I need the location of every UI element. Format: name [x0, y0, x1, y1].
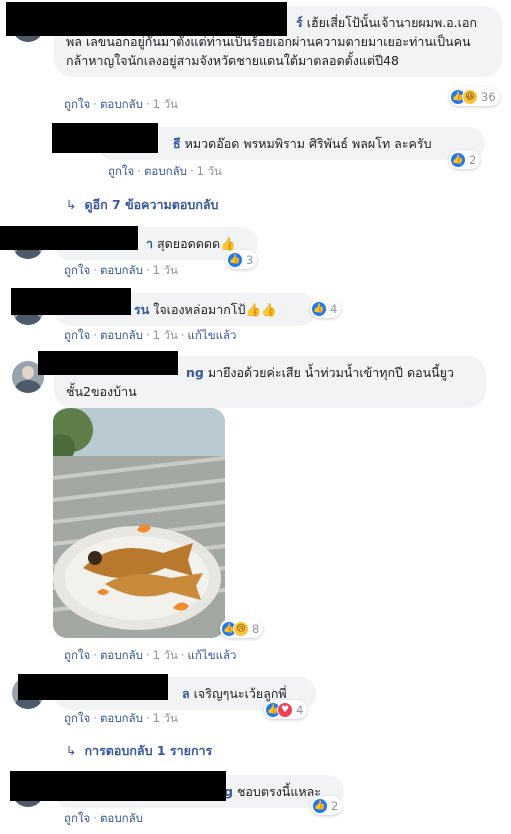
reply-button[interactable]: ตอบกลับ — [100, 328, 143, 342]
love-icon: ♥ — [277, 701, 293, 718]
comment-photo[interactable] — [53, 408, 225, 638]
haha-icon: 😆 — [462, 88, 478, 105]
reaction-summary[interactable]: 👍 😆 36 — [449, 87, 500, 106]
comment-text: ใจเองหล่อมากโป้👍👍 — [153, 302, 277, 317]
comment-actions: ถูกใจ · ตอบกลับ · 1 วัน · แก้ไขแล้ว — [64, 328, 237, 342]
comment-text: สุดยอดดดด👍 — [157, 236, 236, 251]
timestamp[interactable]: 1 วัน — [153, 263, 178, 277]
edited-label[interactable]: แก้ไขแล้ว — [188, 648, 237, 662]
view-more-replies-link[interactable]: ↳ ดูอีก 7 ข้อความตอบกลับ — [66, 195, 219, 215]
reaction-summary[interactable]: 👍 😢 8 — [220, 619, 264, 638]
edited-label[interactable]: แก้ไขแล้ว — [188, 328, 237, 342]
reply-button[interactable]: ตอบกลับ — [100, 711, 143, 725]
reaction-count: 36 — [481, 89, 496, 104]
comment-actions: ถูกใจ · ตอบกลับ · 1 วัน — [64, 97, 178, 111]
comment-text: เจริญๆนะเว้ยลูกพี่ — [193, 686, 287, 701]
redacted-name — [18, 674, 168, 700]
redacted-name — [6, 2, 287, 36]
reaction-count: 4 — [330, 301, 338, 316]
sad-icon: 😢 — [233, 620, 249, 637]
reaction-summary[interactable]: 👍 3 — [226, 250, 258, 269]
like-icon: 👍 — [450, 151, 466, 168]
like-button[interactable]: ถูกใจ — [64, 263, 90, 277]
reaction-summary[interactable]: 👍 4 — [310, 299, 342, 318]
reaction-summary[interactable]: 👍 2 — [449, 150, 481, 169]
like-button[interactable]: ถูกใจ — [108, 164, 134, 178]
reply-button[interactable]: ตอบกลับ — [100, 811, 143, 825]
timestamp[interactable]: 1 วัน — [153, 648, 178, 662]
comment-text: หมวดอ๊อด พรหมพิราม ศิริพันธ์ พลผโท ละครั… — [184, 136, 432, 151]
reply-button[interactable]: ตอบกลับ — [100, 648, 143, 662]
timestamp[interactable]: 1 วัน — [153, 711, 178, 725]
reply-button[interactable]: ตอบกลับ — [100, 263, 143, 277]
comment-actions: ถูกใจ · ตอบกลับ · 1 วัน — [64, 711, 178, 725]
reply-arrow-icon: ↳ — [66, 197, 77, 212]
comment-actions: ถูกใจ · ตอบกลับ · 1 วัน · แก้ไขแล้ว — [64, 648, 237, 662]
comment-actions: ถูกใจ · ตอบกลับ — [64, 811, 143, 825]
redacted-name — [10, 771, 226, 801]
comment-text: ชอบตรงนี้แหละ — [236, 784, 322, 799]
redacted-name — [0, 226, 138, 250]
like-icon: 👍 — [227, 251, 243, 268]
reply-button[interactable]: ตอบกลับ — [144, 164, 187, 178]
view-more-replies-link[interactable]: ↳ การตอบกลับ 1 รายการ — [66, 741, 212, 761]
like-icon: 👍 — [311, 300, 327, 317]
like-button[interactable]: ถูกใจ — [64, 811, 90, 825]
timestamp[interactable]: 1 วัน — [197, 164, 222, 178]
redacted-name — [11, 288, 131, 315]
reaction-summary[interactable]: 👍 2 — [311, 796, 343, 815]
reaction-count: 8 — [252, 621, 260, 636]
like-button[interactable]: ถูกใจ — [64, 648, 90, 662]
comment-actions: ถูกใจ · ตอบกลับ · 1 วัน — [108, 164, 222, 178]
redacted-name — [38, 351, 178, 375]
reaction-summary[interactable]: 👍 ♥ 4 — [264, 700, 308, 719]
reply-arrow-icon: ↳ — [66, 743, 77, 758]
fried-fish-photo — [53, 408, 225, 638]
timestamp[interactable]: 1 วัน — [153, 97, 178, 111]
redacted-name — [52, 123, 158, 153]
like-button[interactable]: ถูกใจ — [64, 97, 90, 111]
comment-actions: ถูกใจ · ตอบกลับ · 1 วัน — [64, 263, 178, 277]
reaction-count: 4 — [296, 702, 304, 717]
reaction-count: 2 — [331, 798, 339, 813]
reply-button[interactable]: ตอบกลับ — [100, 97, 143, 111]
reaction-count: 3 — [246, 252, 254, 267]
like-icon: 👍 — [312, 797, 328, 814]
reaction-count: 2 — [469, 152, 477, 167]
timestamp[interactable]: 1 วัน — [153, 328, 178, 342]
like-button[interactable]: ถูกใจ — [64, 711, 90, 725]
like-button[interactable]: ถูกใจ — [64, 328, 90, 342]
